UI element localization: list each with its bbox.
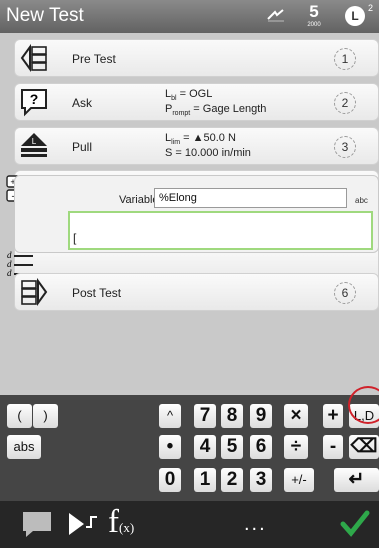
abc-icon[interactable]: abc [355, 196, 368, 205]
key-2[interactable]: 2 [221, 468, 243, 492]
key-backspace[interactable]: ⌫ [349, 435, 379, 459]
bottom-toolbar: f(x) ... [0, 501, 379, 548]
key-power[interactable]: ^ [159, 404, 181, 428]
signal-icon [267, 9, 284, 22]
key-open-paren[interactable]: ( [7, 404, 32, 428]
title-bar: New Test 5 2000 L 2 [0, 0, 379, 33]
key-multiply[interactable]: × [284, 404, 308, 428]
step-index: 1 [334, 48, 356, 70]
key-5[interactable]: 5 [221, 435, 243, 459]
step-detail-line1: Lbl = OGL [165, 88, 213, 103]
more-icon[interactable]: ... [244, 513, 267, 536]
step-label: Ask [72, 96, 93, 110]
variable-name-input[interactable] [154, 188, 347, 208]
step-icon[interactable] [66, 507, 100, 541]
svg-text:L: L [32, 137, 37, 146]
step-list-label: [ [73, 231, 77, 245]
key-4[interactable]: 4 [194, 435, 216, 459]
key-8[interactable]: 8 [221, 404, 243, 428]
question-icon: ? [21, 89, 47, 117]
key-plus[interactable]: + [323, 404, 343, 428]
function-icon[interactable]: f(x) [108, 504, 134, 541]
step-detail-line2: Prompt = Gage Length [165, 103, 267, 118]
key-9[interactable]: 9 [250, 404, 272, 428]
posttest-icon [21, 277, 48, 307]
step-index: 6 [334, 282, 356, 304]
key-1[interactable]: 1 [194, 468, 216, 492]
key-minus[interactable]: - [323, 435, 343, 459]
comment-icon[interactable] [20, 509, 54, 539]
key-abs[interactable]: abs [7, 435, 41, 459]
key-divide[interactable]: ÷ [284, 435, 308, 459]
step-index: 2 [334, 92, 356, 114]
step-detail-line2: S = 10.000 in/min [165, 147, 251, 159]
step-ask[interactable]: ? Ask Lbl = OGL Prompt = Gage Length 2 [14, 83, 379, 121]
variable-label: Variable [119, 194, 159, 206]
step-label: Pull [72, 140, 93, 154]
step-post-test[interactable]: Post Test 6 [14, 273, 379, 311]
step-label: Pre Test [72, 52, 116, 66]
calculator-keyboard: ( ) ^ 7 8 9 × + L,D abs • 4 5 6 ÷ - ⌫ 0 … [0, 395, 379, 501]
key-0[interactable]: 0 [159, 468, 181, 492]
page-title: New Test [6, 5, 84, 26]
key-6[interactable]: 6 [250, 435, 272, 459]
key-3[interactable]: 3 [250, 468, 272, 492]
pull-icon: L [21, 133, 47, 157]
key-close-paren[interactable]: ) [33, 404, 58, 428]
key-7[interactable]: 7 [194, 404, 216, 428]
checkmark-icon[interactable] [339, 509, 371, 539]
test-steps-list: Pre Test 1 ? Ask Lbl = OGL Prompt = Gage… [0, 33, 379, 395]
step-pull[interactable]: L Pull Llim = ▲50.0 N S = 10.000 in/min … [14, 127, 379, 165]
key-enter[interactable]: ↵ [334, 468, 379, 492]
step-detail-line1: Llim = ▲50.0 N [165, 132, 236, 147]
svg-text:d: d [7, 268, 12, 278]
key-plus-minus[interactable]: +/- [284, 468, 314, 492]
step-label: Post Test [72, 286, 122, 300]
status-superscript: 2 [368, 3, 374, 13]
step-index: 3 [334, 136, 356, 158]
key-decimal[interactable]: • [159, 435, 181, 459]
counter-indicator: 5 2000 [307, 2, 321, 28]
svg-text:?: ? [30, 91, 39, 107]
step-pre-test[interactable]: Pre Test 1 [14, 39, 379, 77]
clock-icon[interactable]: L [345, 6, 365, 26]
pretest-icon [20, 43, 47, 73]
expression-input[interactable] [68, 211, 373, 250]
